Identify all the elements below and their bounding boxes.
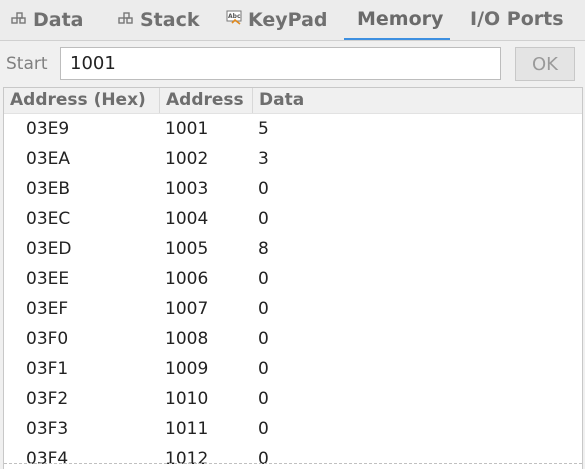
tab-stack[interactable]: Stack [118,8,200,36]
table-row[interactable]: 03F3 1011 0 [4,414,582,444]
table-row[interactable]: 03E9 1001 5 [4,114,582,144]
cell-address-hex: 03E9 [26,119,70,139]
cell-data[interactable]: 0 [258,354,269,384]
tab-data[interactable]: Data [11,8,84,36]
cell-data[interactable]: 5 [258,114,269,144]
cell-address: 1006 [165,269,209,289]
stack-icon [118,8,134,30]
cell-data[interactable]: 0 [258,444,269,469]
cell-address: 1012 [165,449,209,469]
cell-address-hex: 03F2 [26,389,69,409]
cell-data[interactable]: 0 [258,324,269,354]
cell-address: 1002 [165,149,209,169]
table-row[interactable]: 03EE 1006 0 [4,264,582,294]
cell-data[interactable]: 8 [258,234,269,264]
cell-address: 1010 [165,389,209,409]
cell-data[interactable]: 0 [258,414,269,444]
table-row[interactable]: 03EA 1002 3 [4,144,582,174]
column-header-data[interactable]: Data [253,88,373,113]
table-row[interactable]: 03EB 1003 0 [4,174,582,204]
cell-address-hex: 03EB [26,179,71,199]
cell-address: 1007 [165,299,209,319]
start-address-input[interactable] [60,47,501,80]
cell-data[interactable]: 0 [258,294,269,324]
table-header: Address (Hex) Address Data [4,88,582,114]
table-row[interactable]: 03F0 1008 0 [4,324,582,354]
cell-data[interactable]: 0 [258,384,269,414]
table-row[interactable]: 03F2 1010 0 [4,384,582,414]
table-body: 03E9 1001 5 03EA 1002 3 03EB 1003 0 03EC… [4,114,582,469]
cell-address-hex: 03F1 [26,359,69,379]
tab-data-label: Data [33,9,84,31]
ok-button[interactable]: OK [515,47,575,81]
table-row[interactable]: 03EF 1007 0 [4,294,582,324]
cell-address-hex: 03F4 [26,449,69,469]
tab-keypad-label: KeyPad [248,9,328,31]
row-divider [4,463,582,464]
cell-data[interactable]: 0 [258,204,269,234]
cell-address-hex: 03F3 [26,419,69,439]
cell-address-hex: 03EC [26,209,71,229]
cell-address: 1009 [165,359,209,379]
table-row[interactable]: 03F4 1012 0 [4,444,582,469]
cell-address-hex: 03EA [26,149,71,169]
tab-io-ports[interactable]: I/O Ports [470,8,564,36]
cell-address: 1011 [165,419,209,439]
data-icon [11,8,27,30]
tab-io-ports-label: I/O Ports [470,8,564,30]
column-header-address[interactable]: Address [160,88,253,113]
cell-data[interactable]: 0 [258,264,269,294]
active-tab-indicator [344,38,450,40]
cell-address-hex: 03F0 [26,329,69,349]
tab-bar: Data Stack Abc KeyPad Memory I/O Ports [0,0,585,41]
table-row[interactable]: 03F1 1009 0 [4,354,582,384]
start-label: Start [6,54,48,74]
svg-text:Abc: Abc [228,13,241,20]
table-row[interactable]: 03EC 1004 0 [4,204,582,234]
cell-data[interactable]: 3 [258,144,269,174]
table-row[interactable]: 03ED 1005 8 [4,234,582,264]
cell-data[interactable]: 0 [258,174,269,204]
memory-table[interactable]: Address (Hex) Address Data 03E9 1001 5 0… [3,87,583,469]
cell-address: 1008 [165,329,209,349]
tab-memory[interactable]: Memory [357,8,443,36]
tab-stack-label: Stack [140,9,200,31]
column-header-address-hex[interactable]: Address (Hex) [4,88,160,113]
cell-address: 1003 [165,179,209,199]
tab-memory-label: Memory [357,8,444,30]
cell-address: 1004 [165,209,209,229]
tab-keypad[interactable]: Abc KeyPad [226,8,328,36]
cell-address-hex: 03EE [26,269,70,289]
cell-address-hex: 03EF [26,299,69,319]
cell-address-hex: 03ED [26,239,72,259]
cell-address: 1001 [165,119,209,139]
keypad-icon: Abc [226,8,242,30]
cell-address: 1005 [165,239,209,259]
